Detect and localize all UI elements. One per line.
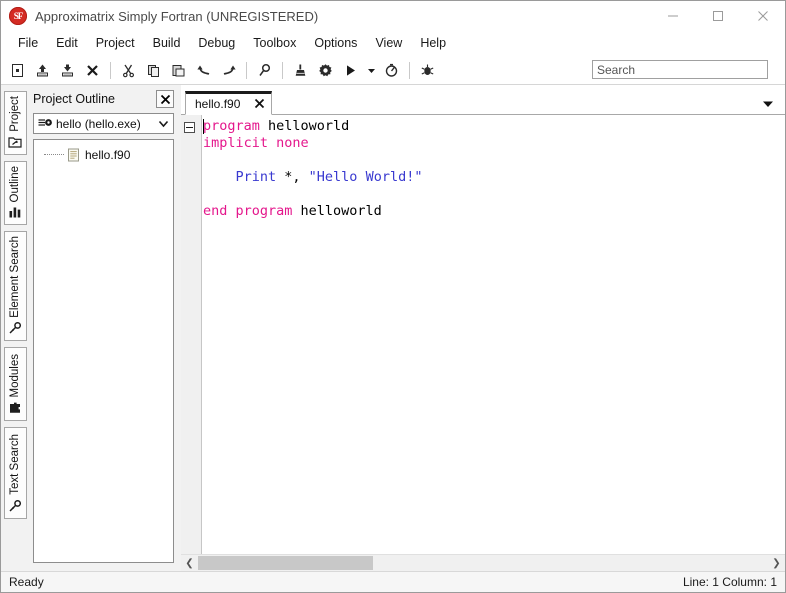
copy-icon[interactable] — [141, 58, 166, 82]
sidebar-tab-label: Outline — [9, 165, 21, 202]
project-select-value: hello (hello.exe) — [56, 116, 141, 131]
sidebar-tab-project[interactable]: Project — [3, 91, 27, 155]
rebuild-icon[interactable] — [379, 58, 404, 82]
puzzle-icon — [8, 400, 23, 415]
editor-area: hello.f90 program helloworld implicit no… — [181, 85, 785, 571]
project-select[interactable]: hello (hello.exe) — [33, 113, 174, 134]
save-file-icon[interactable] — [55, 58, 80, 82]
chevron-down-icon[interactable] — [156, 117, 170, 131]
editor-tab-bar: hello.f90 — [181, 89, 785, 115]
close-file-icon[interactable] — [80, 58, 105, 82]
sidebar-tab-label: Modules — [9, 353, 21, 397]
close-button[interactable] — [740, 1, 785, 31]
sidebar-tab-modules[interactable]: Modules — [3, 347, 27, 421]
executable-icon — [37, 117, 53, 131]
scrollbar-thumb[interactable] — [198, 556, 373, 570]
tree-item-label: hello.f90 — [85, 148, 131, 162]
sidebar-tab-outline[interactable]: Outline — [3, 161, 27, 225]
code-identifier: helloworld — [292, 203, 382, 219]
project-panel-title: Project Outline — [33, 92, 115, 106]
project-file-tree[interactable]: hello.f90 — [33, 139, 174, 563]
sidebar-tab-label: Element Search — [9, 236, 21, 318]
menu-item-help[interactable]: Help — [411, 33, 455, 53]
build-icon[interactable] — [313, 58, 338, 82]
bar-chart-icon — [8, 205, 23, 219]
menu-item-build[interactable]: Build — [144, 33, 190, 53]
window-controls — [650, 1, 785, 31]
run-icon[interactable] — [338, 58, 363, 82]
editor-tab-hello-f90[interactable]: hello.f90 — [185, 91, 273, 115]
search-input[interactable] — [592, 60, 768, 79]
work-area: Project Outline Element Search Modules T… — [1, 85, 785, 571]
code-keyword: end program — [203, 203, 293, 219]
menu-item-toolbox[interactable]: Toolbox — [244, 33, 305, 53]
text-caret — [203, 119, 204, 134]
scroll-right-arrow-icon[interactable]: ❯ — [768, 555, 785, 571]
editor-horizontal-scrollbar[interactable]: ❮ ❯ — [181, 554, 785, 571]
sidebar-tab-element-search[interactable]: Element Search — [3, 231, 27, 341]
menu-item-edit[interactable]: Edit — [47, 33, 87, 53]
run-options-chevron-icon[interactable] — [363, 58, 379, 82]
menu-item-debug[interactable]: Debug — [189, 33, 244, 53]
new-file-icon[interactable] — [5, 58, 30, 82]
project-outline-panel: Project Outline hello (hello.exe) hello.… — [29, 85, 181, 571]
source-file-icon — [66, 148, 80, 163]
minimize-button[interactable] — [650, 1, 695, 31]
project-panel-header: Project Outline — [29, 89, 181, 109]
editor-tab-label: hello.f90 — [195, 97, 241, 111]
redo-icon[interactable] — [216, 58, 241, 82]
menu-item-file[interactable]: File — [9, 33, 47, 53]
application-window: Approximatrix Simply Fortran (UNREGISTER… — [0, 0, 786, 593]
toolbar — [1, 56, 785, 85]
title-bar: Approximatrix Simply Fortran (UNREGISTER… — [1, 1, 785, 31]
debug-icon[interactable] — [415, 58, 440, 82]
toolbar-separator — [409, 61, 410, 79]
editor-tab-list-chevron-icon[interactable] — [761, 98, 775, 110]
code-string: "Hello World!" — [308, 169, 423, 185]
paste-icon[interactable] — [166, 58, 191, 82]
menu-item-view[interactable]: View — [366, 33, 411, 53]
cut-icon[interactable] — [116, 58, 141, 82]
code-function: Print — [203, 169, 277, 185]
tree-connector — [44, 154, 64, 156]
menu-bar: File Edit Project Build Debug Toolbox Op… — [1, 31, 785, 56]
cursor-position-indicator: Line: 1 Column: 1 — [682, 575, 777, 589]
code-content: program helloworld implicit none Print *… — [203, 115, 785, 220]
folder-icon — [8, 135, 23, 149]
menu-item-options[interactable]: Options — [305, 33, 366, 53]
toolbar-separator — [110, 61, 111, 79]
editor-body: program helloworld implicit none Print *… — [181, 115, 785, 554]
fold-collapse-box[interactable] — [184, 122, 195, 133]
toolbar-separator — [246, 61, 247, 79]
clean-icon[interactable] — [288, 58, 313, 82]
sidebar-tab-label: Text Search — [9, 434, 21, 495]
toolbar-separator — [282, 61, 283, 79]
menu-item-project[interactable]: Project — [87, 33, 144, 53]
app-logo-icon — [9, 7, 27, 25]
sidebar-tab-label: Project — [9, 96, 21, 132]
scrollbar-track[interactable] — [198, 555, 768, 571]
undo-icon[interactable] — [191, 58, 216, 82]
project-panel-close-button[interactable] — [156, 90, 174, 108]
code-punctuation: *, — [276, 169, 309, 185]
code-identifier: helloworld — [259, 118, 350, 134]
maximize-button[interactable] — [695, 1, 740, 31]
key-search-icon — [8, 498, 23, 513]
find-icon[interactable] — [252, 58, 277, 82]
code-keyword: program — [203, 118, 260, 134]
key-search-icon — [8, 321, 23, 335]
sidebar-tab-strip: Project Outline Element Search Modules T… — [1, 85, 29, 571]
status-message: Ready — [9, 575, 44, 589]
code-pane[interactable]: program helloworld implicit none Print *… — [202, 115, 785, 554]
fold-margin[interactable] — [181, 115, 202, 554]
status-bar: Ready Line: 1 Column: 1 — [1, 571, 785, 592]
code-keyword: implicit none — [203, 135, 309, 151]
sidebar-tab-text-search[interactable]: Text Search — [3, 427, 27, 519]
scroll-left-arrow-icon[interactable]: ❮ — [181, 555, 198, 571]
window-title: Approximatrix Simply Fortran (UNREGISTER… — [35, 8, 319, 24]
editor-tab-close-icon[interactable] — [254, 98, 265, 111]
tree-item-hello-f90[interactable]: hello.f90 — [34, 146, 173, 164]
open-file-icon[interactable] — [30, 58, 55, 82]
